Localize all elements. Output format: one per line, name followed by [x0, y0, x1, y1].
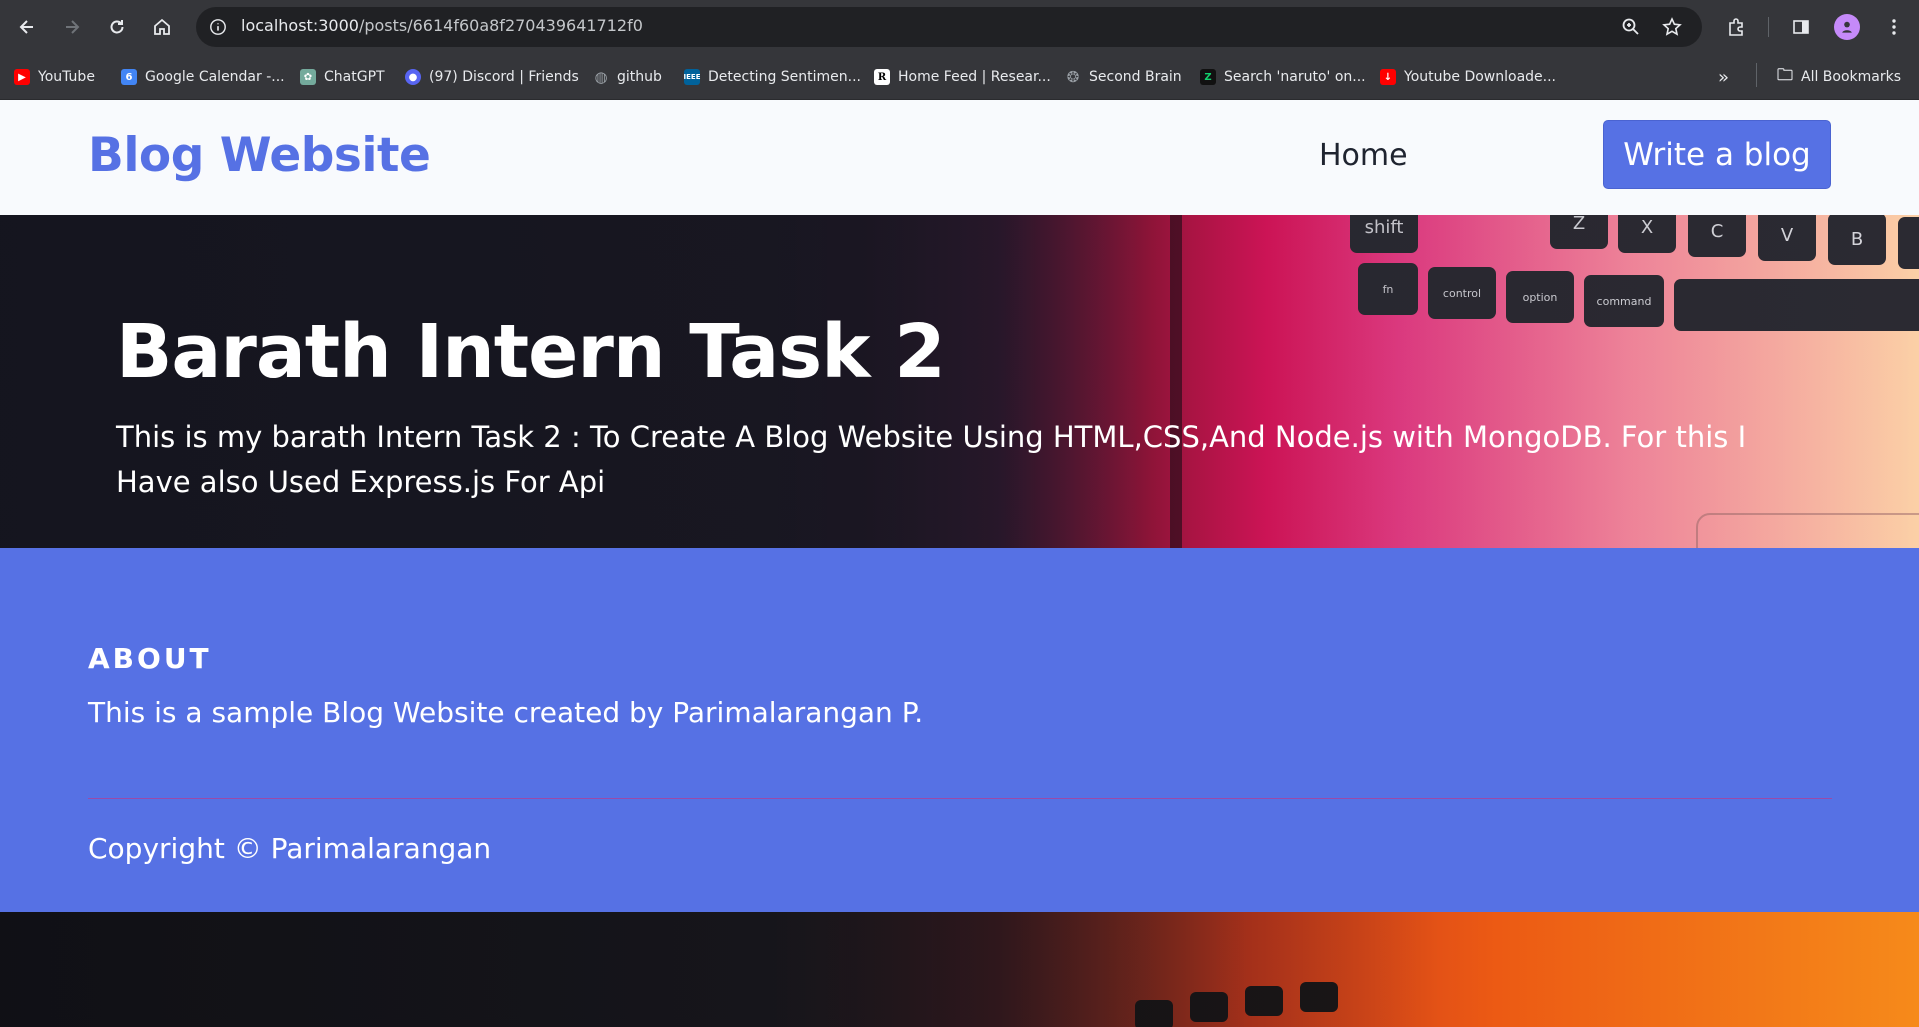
post-description: This is my barath Intern Task 2 : To Cre… [116, 420, 1747, 499]
site-logo[interactable]: Blog Website [88, 128, 431, 183]
researchgate-icon: R [874, 69, 890, 85]
brain-icon: ❂ [1066, 68, 1080, 86]
site-footer: ABOUT This is a sample Blog Website crea… [0, 548, 1919, 912]
bookmark-label: Youtube Downloade... [1404, 69, 1556, 85]
url-host: localhost:3000 [241, 16, 359, 35]
url-path: /posts/6614f60a8f270439641712f0 [358, 16, 643, 35]
bookmark-github[interactable]: ◍ github [593, 66, 662, 88]
zoom-button[interactable] [1619, 15, 1643, 39]
kebab-menu-icon [1892, 19, 1896, 35]
bookmark-star-button[interactable] [1660, 15, 1684, 39]
about-heading: ABOUT [88, 642, 212, 675]
browser-toolbar: localhost:3000/posts/6614f60a8f270439641… [0, 0, 1919, 54]
bookmarks-bar: ▶ YouTube 6 Google Calendar -... ✿ ChatG… [0, 54, 1919, 100]
bookmark-label: Google Calendar -... [145, 69, 285, 85]
zoro-icon: Z [1200, 69, 1216, 85]
bookmark-label: github [617, 69, 662, 85]
bookmark-label: Detecting Sentimen... [708, 69, 862, 85]
discord-icon: ● [405, 69, 421, 85]
site-navbar: Blog Website Home Write a blog [0, 100, 1919, 215]
footer-divider [88, 798, 1832, 799]
post-hero: shift Z X C V B N fn control option comm… [0, 215, 1919, 548]
bookmark-second-brain[interactable]: ❂ Second Brain [1065, 66, 1182, 88]
background-image [0, 912, 1919, 1027]
nav-link-home[interactable]: Home [1319, 138, 1408, 173]
bookmark-label: (97) Discord | Friends [429, 69, 579, 85]
about-text: This is a sample Blog Website created by… [88, 696, 924, 729]
bookmark-google-calendar[interactable]: 6 Google Calendar -... [121, 66, 285, 88]
back-button[interactable] [12, 12, 42, 42]
write-blog-button[interactable]: Write a blog [1603, 120, 1831, 189]
globe-icon: ◍ [594, 68, 608, 86]
star-icon [1662, 17, 1682, 36]
side-panel-icon [1793, 20, 1809, 34]
bookmark-youtube-downloader[interactable]: ↓ Youtube Downloade... [1380, 66, 1556, 88]
chatgpt-icon: ✿ [300, 69, 316, 85]
bookmarks-divider [1756, 63, 1757, 87]
url-text[interactable]: localhost:3000/posts/6614f60a8f270439641… [241, 16, 643, 35]
background-overlay [0, 912, 1919, 1027]
bookmark-label: Home Feed | Resear... [898, 69, 1051, 85]
profile-icon [1842, 21, 1852, 33]
web-page: Blog Website Home Write a blog shift Z X… [0, 100, 1919, 1027]
extensions-button[interactable] [1722, 13, 1750, 41]
bookmark-label: Second Brain [1089, 69, 1182, 85]
browser-menu-button[interactable] [1880, 13, 1908, 41]
home-button[interactable] [147, 12, 177, 42]
address-bar[interactable]: localhost:3000/posts/6614f60a8f270439641… [196, 7, 1702, 47]
folder-icon: 🗀 [1777, 64, 1794, 84]
youtube-icon: ▶ [14, 69, 30, 85]
profile-avatar[interactable] [1834, 14, 1860, 40]
reload-icon [110, 20, 124, 34]
puzzle-icon [1729, 18, 1743, 36]
side-panel-button[interactable] [1787, 13, 1815, 41]
bookmark-researchgate[interactable]: R Home Feed | Resear... [874, 66, 1051, 88]
bookmark-discord[interactable]: ● (97) Discord | Friends [405, 66, 579, 88]
bookmarks-overflow-button[interactable]: » [1718, 66, 1729, 88]
bookmark-youtube[interactable]: ▶ YouTube [14, 66, 95, 88]
all-bookmarks-label: All Bookmarks [1801, 69, 1902, 85]
bookmark-chatgpt[interactable]: ✿ ChatGPT [300, 66, 385, 88]
chevron-double-right-icon: » [1718, 66, 1730, 88]
zoom-icon [1622, 18, 1639, 35]
forward-button[interactable] [57, 12, 87, 42]
info-icon [210, 19, 226, 35]
copyright-text: Copyright © Parimalarangan [88, 832, 492, 865]
site-info-button[interactable] [204, 13, 232, 41]
bookmark-label: Search 'naruto' on... [1224, 69, 1366, 85]
bookmark-ieee[interactable]: IEEE Detecting Sentimen... [684, 66, 861, 88]
download-icon: ↓ [1380, 69, 1396, 85]
calendar-icon: 6 [121, 69, 137, 85]
home-icon [154, 18, 170, 35]
toolbar-divider [1768, 17, 1769, 37]
all-bookmarks-button[interactable]: 🗀 All Bookmarks [1777, 64, 1902, 88]
ieee-icon: IEEE [684, 69, 700, 85]
bookmark-search-naruto[interactable]: Z Search 'naruto' on... [1200, 66, 1366, 88]
bookmark-label: YouTube [38, 69, 95, 85]
back-arrow-icon [19, 20, 33, 34]
forward-arrow-icon [66, 20, 80, 34]
bookmark-label: ChatGPT [324, 69, 385, 85]
post-title: Barath Intern Task 2 [116, 309, 946, 395]
reload-button[interactable] [102, 12, 132, 42]
